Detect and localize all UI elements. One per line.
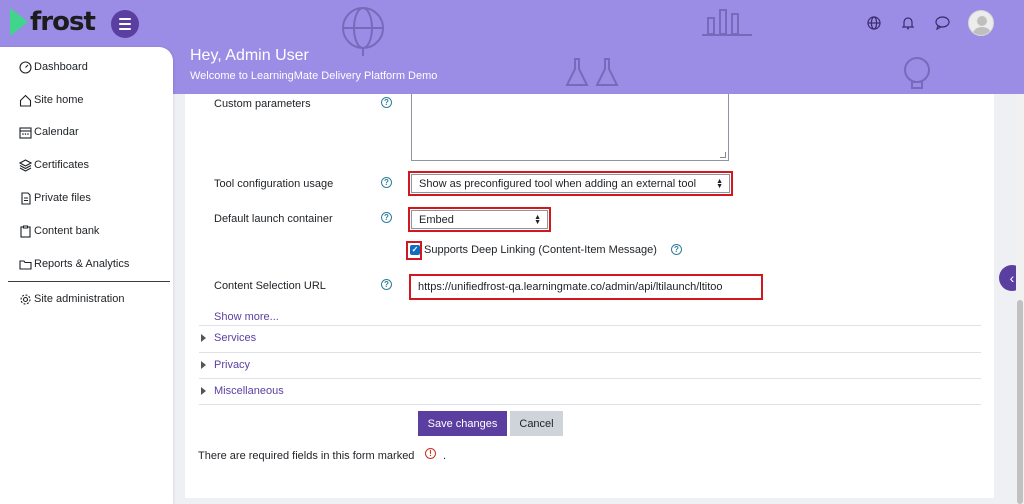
sidebar-item-label: Reports & Analytics (34, 258, 130, 270)
expand-triangle-icon[interactable] (201, 334, 206, 342)
sidebar-item-label: Site administration (34, 293, 125, 305)
tool-config-select[interactable]: Show as preconfigured tool when adding a… (411, 174, 730, 193)
section-divider (199, 378, 981, 379)
clipboard-icon (18, 224, 32, 238)
section-divider (199, 404, 981, 405)
cancel-button[interactable]: Cancel (510, 411, 563, 436)
sidebar-item-content-bank[interactable]: Content bank (18, 224, 99, 238)
select-arrows-icon: ▲ ▼ (716, 177, 723, 190)
custom-parameters-label: Custom parameters (214, 98, 311, 110)
logo-arrow-icon (10, 8, 28, 36)
content-url-label: Content Selection URL (214, 280, 326, 292)
help-icon[interactable]: ? (671, 244, 682, 255)
tool-config-label: Tool configuration usage (214, 178, 334, 190)
tool-config-selected: Show as preconfigured tool when adding a… (419, 177, 697, 190)
hamburger-menu-button[interactable] (111, 10, 139, 38)
sidebar-item-site-home[interactable]: Site home (18, 93, 84, 107)
resize-grip-icon[interactable] (720, 152, 726, 158)
scrollbar-thumb[interactable] (1017, 300, 1023, 504)
help-icon[interactable]: ? (381, 279, 392, 290)
gauge-icon (18, 60, 32, 74)
sidebar-item-label: Site home (34, 94, 84, 106)
sidebar-item-private-files[interactable]: Private files (18, 191, 91, 205)
sidebar-item-site-administration[interactable]: Site administration (18, 292, 125, 306)
sidebar-nav: Dashboard Site home Calendar Certificate… (0, 47, 173, 504)
deep-linking-checkbox[interactable]: ✓ (410, 245, 420, 255)
help-icon[interactable]: ? (381, 97, 392, 108)
sidebar-item-label: Calendar (34, 126, 79, 138)
save-changes-button[interactable]: Save changes (418, 411, 507, 436)
sidebar-item-dashboard[interactable]: Dashboard (18, 60, 88, 74)
launch-container-label: Default launch container (214, 213, 333, 225)
sidebar-item-label: Dashboard (34, 61, 88, 73)
welcome-subtitle: Welcome to LearningMate Delivery Platfor… (190, 70, 438, 82)
help-icon[interactable]: ? (381, 177, 392, 188)
language-globe-icon[interactable] (866, 15, 882, 31)
hamburger-icon-line (119, 18, 131, 20)
section-privacy[interactable]: Privacy (214, 359, 250, 371)
globe-doodle-icon (342, 7, 384, 56)
greeting-title: Hey, Admin User (190, 47, 309, 64)
header-actions (866, 10, 994, 36)
deep-linking-label: Supports Deep Linking (Content-Item Mess… (424, 244, 657, 256)
sidebar-item-label: Content bank (34, 225, 100, 237)
custom-parameters-textarea[interactable] (411, 94, 729, 161)
section-services[interactable]: Services (214, 332, 256, 344)
notification-bell-icon[interactable] (900, 15, 916, 31)
bulb-doodle-icon (904, 57, 930, 89)
expand-triangle-icon[interactable] (201, 387, 206, 395)
gear-icon (18, 292, 32, 306)
calendar-icon (18, 125, 32, 139)
sidebar-item-label: Certificates (34, 159, 90, 171)
frost-logo[interactable]: frost (10, 6, 96, 38)
messages-bubble-icon[interactable] (934, 15, 950, 31)
chart-doodle-icon (702, 9, 752, 36)
home-icon (18, 93, 32, 107)
hamburger-icon-line (119, 28, 131, 30)
show-more-link[interactable]: Show more... (214, 311, 279, 323)
file-icon (18, 191, 32, 205)
logo-text: frost (30, 7, 96, 37)
required-fields-note: There are required fields in this form m… (198, 450, 415, 462)
content-url-input[interactable]: https://unifiedfrost-qa.learningmate.co/… (411, 276, 761, 298)
sidebar-item-reports-analytics[interactable]: Reports & Analytics (18, 257, 129, 271)
required-exclamation-icon: ! (425, 448, 436, 459)
help-icon[interactable]: ? (381, 212, 392, 223)
launch-container-selected: Embed (419, 213, 454, 226)
required-fields-period: . (443, 450, 447, 462)
sidebar-item-calendar[interactable]: Calendar (18, 125, 79, 139)
section-divider (199, 352, 981, 353)
section-divider (199, 325, 981, 326)
sidebar-item-label: Private files (34, 192, 91, 204)
expand-triangle-icon[interactable] (201, 361, 206, 369)
lab-doodle-icon (565, 58, 619, 86)
sidebar-divider (8, 281, 170, 282)
section-miscellaneous[interactable]: Miscellaneous (214, 385, 284, 397)
select-arrows-icon: ▲ ▼ (534, 213, 541, 226)
user-avatar[interactable] (968, 10, 994, 36)
layers-icon (18, 158, 32, 172)
folder-icon (18, 257, 32, 271)
launch-container-select[interactable]: Embed ▲ ▼ (411, 210, 548, 229)
hamburger-icon-line (119, 23, 131, 25)
sidebar-item-certificates[interactable]: Certificates (18, 158, 89, 172)
